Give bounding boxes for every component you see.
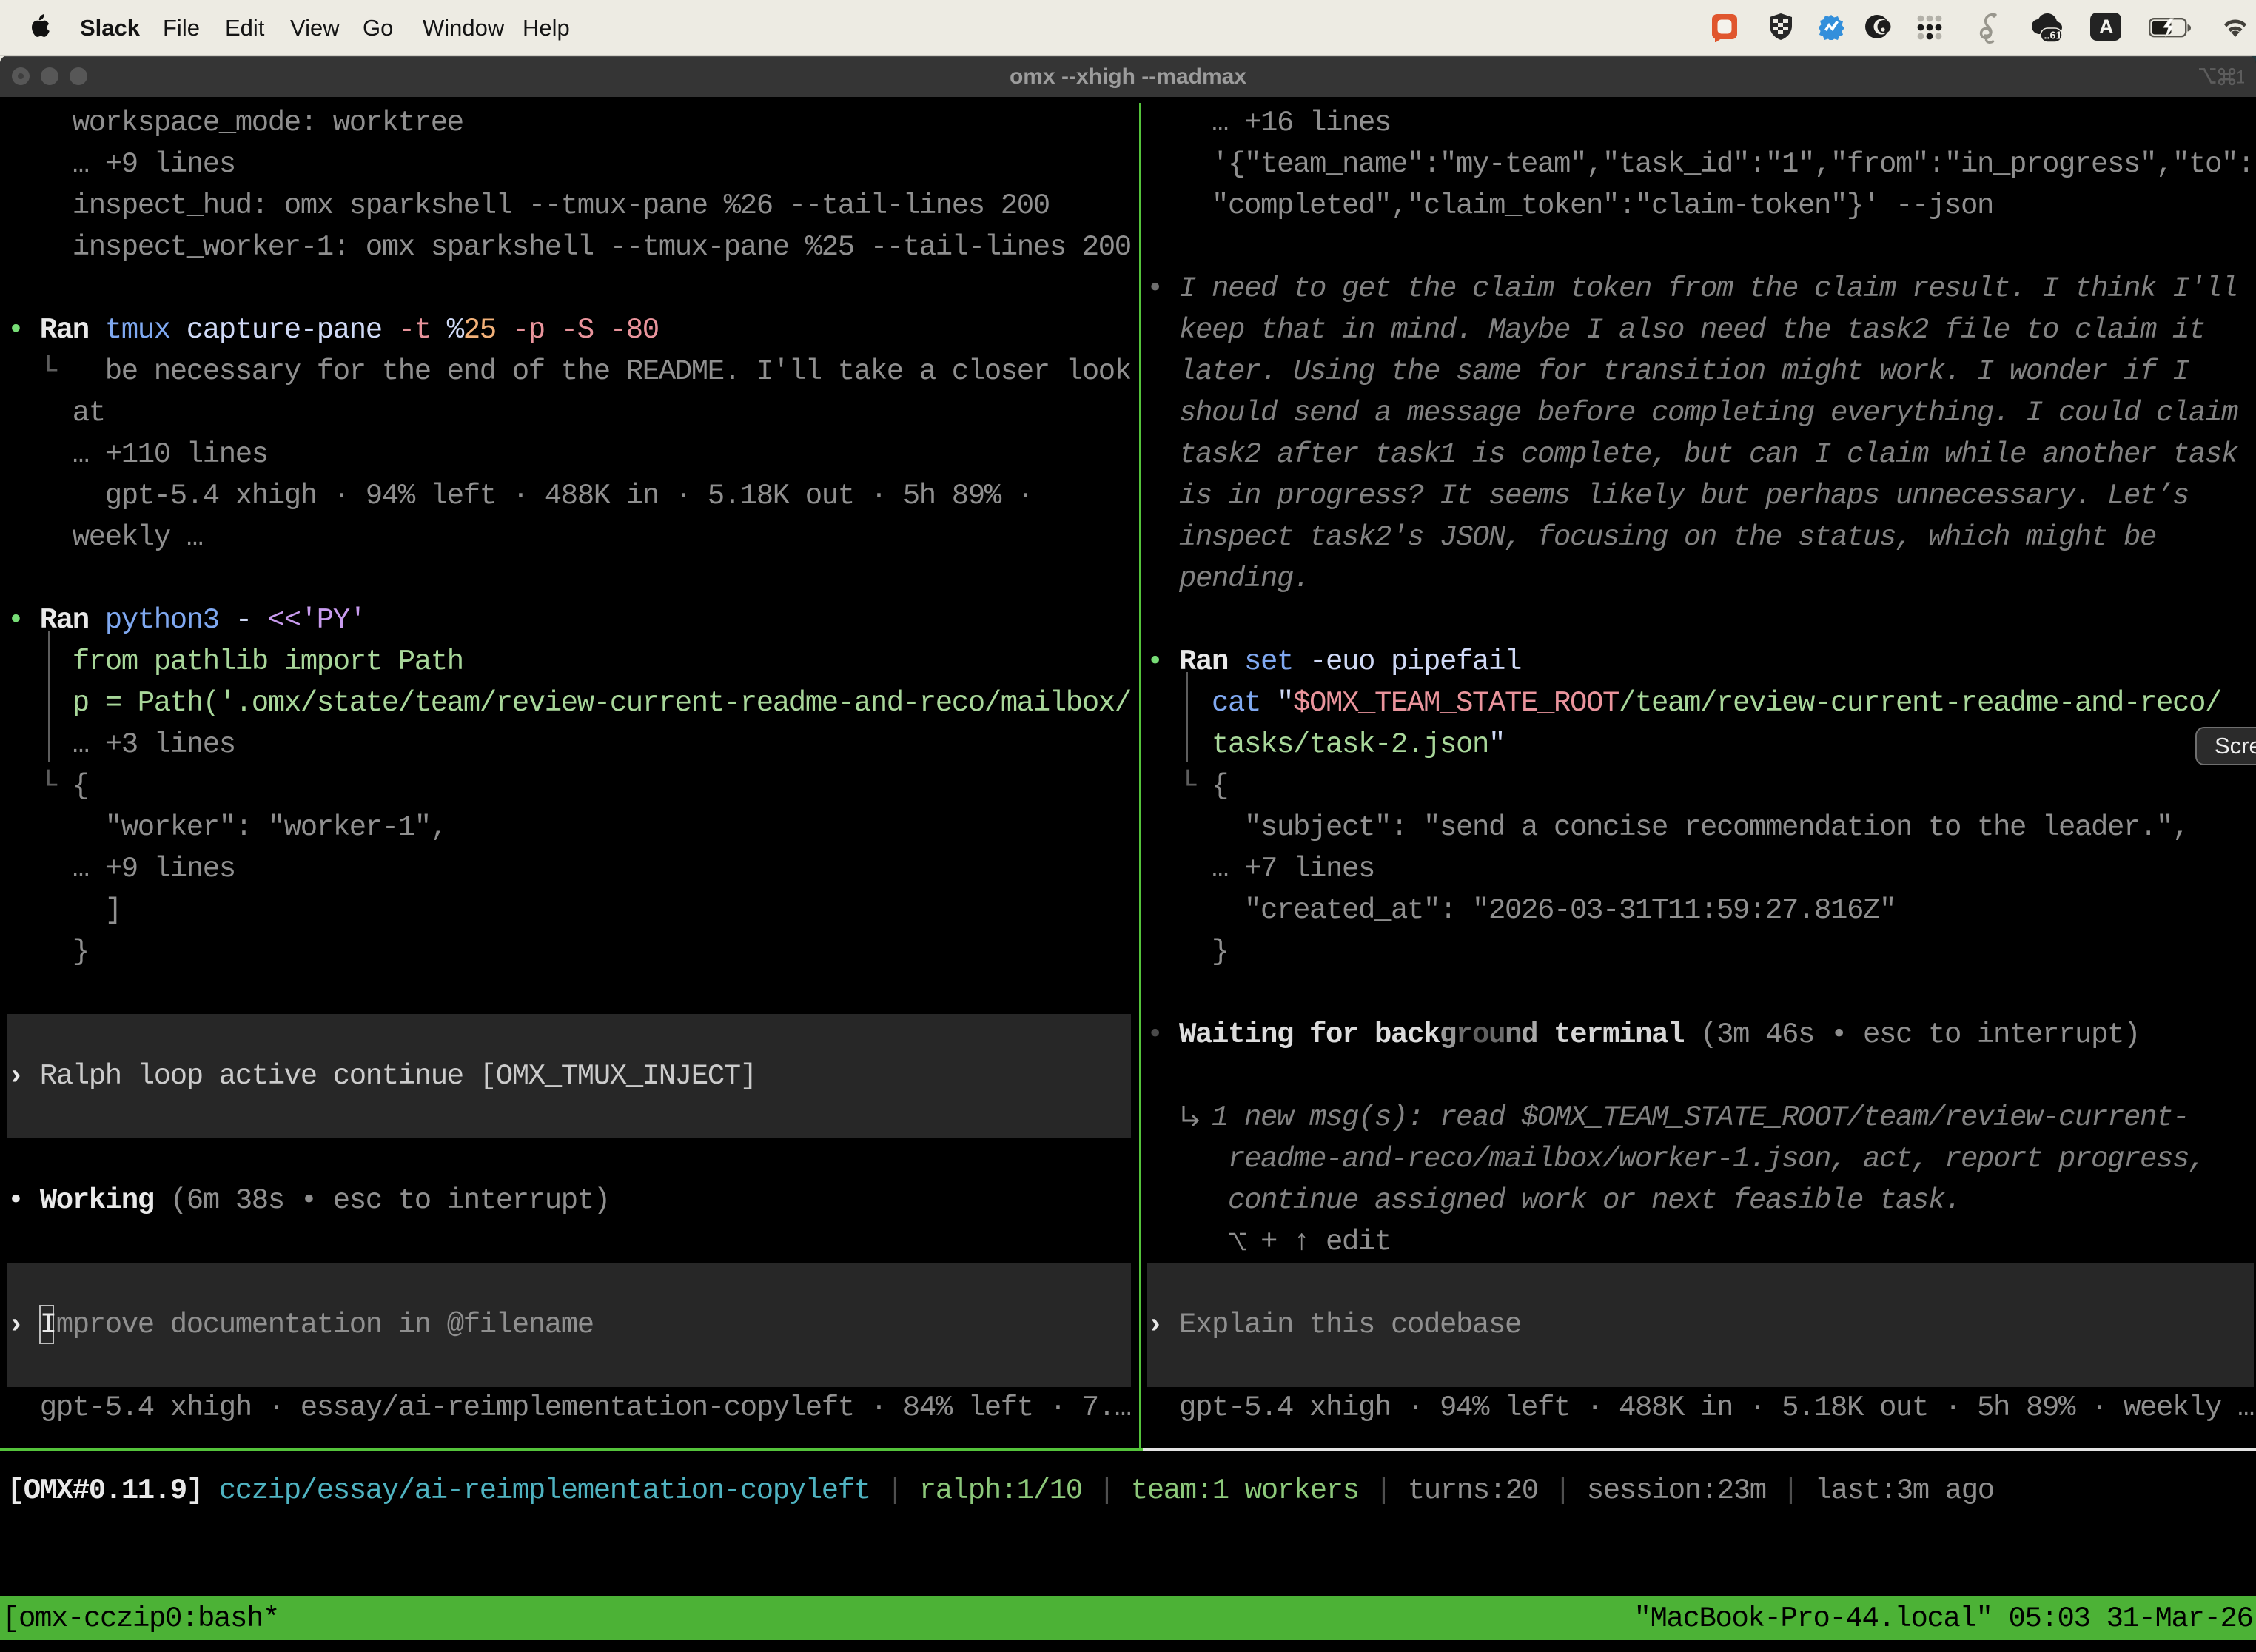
svg-text:..61: ..61 bbox=[2044, 30, 2062, 42]
svg-text:A: A bbox=[2099, 16, 2114, 38]
svg-text:1: 1 bbox=[2236, 67, 2245, 87]
